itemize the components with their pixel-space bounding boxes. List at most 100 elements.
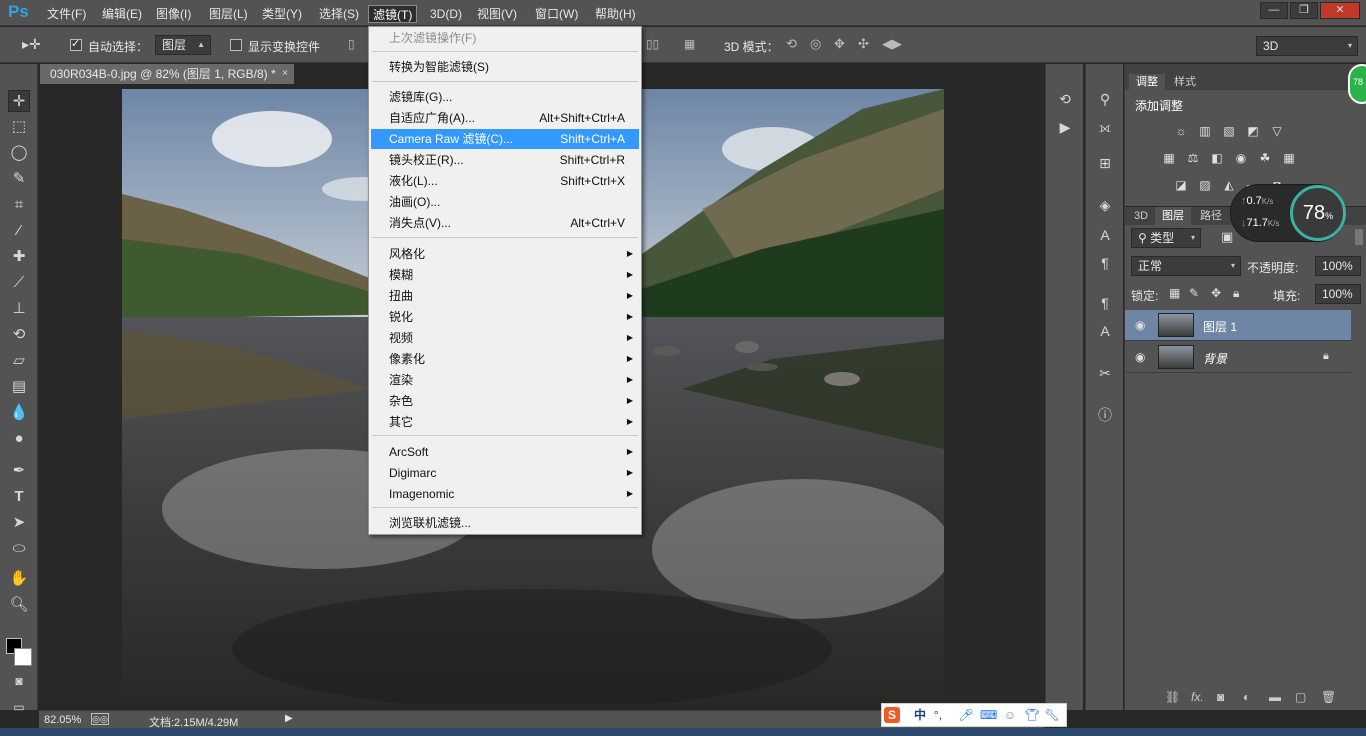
eye-icon[interactable]: ◉ bbox=[1135, 350, 1145, 364]
menu-item-noise[interactable]: 杂色 ▶ bbox=[371, 391, 639, 411]
minimize-button[interactable]: — bbox=[1260, 2, 1288, 19]
microphone-icon[interactable]: 🎤︎ bbox=[958, 707, 974, 723]
menu-item-imagenomic[interactable]: Imagenomic ▶ bbox=[371, 484, 639, 504]
trash-icon[interactable]: 🗑︎ bbox=[1321, 690, 1336, 704]
move-tool-icon[interactable]: ▸✛ bbox=[22, 36, 41, 53]
eyedropper-tool-icon[interactable]: ⁄ bbox=[8, 220, 30, 242]
menu-type[interactable]: 类型(Y) bbox=[258, 5, 306, 23]
crop-tool-icon[interactable]: ⌗ bbox=[8, 194, 30, 216]
punctuation-icon[interactable]: °, bbox=[930, 707, 946, 723]
scale-3d-icon[interactable]: ◀▶ bbox=[882, 36, 902, 52]
brush-settings-icon[interactable]: ⟗ bbox=[1094, 116, 1116, 138]
quick-mask-icon[interactable]: ◙ bbox=[8, 670, 30, 692]
brush-presets-icon[interactable]: ⚲ bbox=[1094, 88, 1116, 110]
menu-3d[interactable]: 3D(D) bbox=[426, 5, 466, 23]
menu-item-camera-raw[interactable]: Camera Raw 滤镜(C)... Shift+Ctrl+A bbox=[371, 129, 639, 149]
fill-input[interactable]: 100% bbox=[1315, 284, 1361, 304]
levels-icon[interactable]: ▥ bbox=[1197, 124, 1213, 138]
color-balance-icon[interactable]: ⚖ bbox=[1185, 151, 1201, 165]
distribute-icon[interactable]: ▯▯ bbox=[646, 37, 659, 51]
menu-view[interactable]: 视图(V) bbox=[473, 5, 521, 23]
roll-3d-icon[interactable]: ◎ bbox=[810, 36, 821, 52]
slide-3d-icon[interactable]: ✣ bbox=[858, 36, 869, 52]
history-icon[interactable]: ⟲ bbox=[1054, 88, 1076, 110]
menu-item-sharpen[interactable]: 锐化 ▶ bbox=[371, 307, 639, 327]
character-icon[interactable]: A bbox=[1094, 224, 1116, 246]
add-mask-icon[interactable]: ◙ bbox=[1217, 690, 1224, 704]
auto-select-dropdown[interactable]: 图层 ▲ bbox=[155, 35, 211, 55]
menu-item-lens-correction[interactable]: 镜头校正(R)... Shift+Ctrl+R bbox=[371, 150, 639, 170]
blur-tool-icon[interactable]: 💧 bbox=[8, 402, 30, 424]
menu-item-pixelate[interactable]: 像素化 ▶ bbox=[371, 349, 639, 369]
proof-icon[interactable]: ◎◎ bbox=[91, 713, 109, 725]
paragraph-styles-icon[interactable]: ¶ bbox=[1094, 292, 1116, 314]
menu-item-vanishing-point[interactable]: 消失点(V)... Alt+Ctrl+V bbox=[371, 213, 639, 233]
close-button[interactable]: ✕ bbox=[1320, 2, 1360, 19]
info-icon[interactable]: ⓘ bbox=[1094, 404, 1116, 426]
ime-language[interactable]: 中 bbox=[912, 707, 928, 723]
exposure-icon[interactable]: ◩ bbox=[1245, 124, 1261, 138]
lasso-tool-icon[interactable]: ◯ bbox=[8, 142, 30, 164]
menu-item-last-filter[interactable]: 上次滤镜操作(F) bbox=[371, 28, 639, 48]
menu-item-arcsoft[interactable]: ArcSoft ▶ bbox=[371, 442, 639, 462]
path-select-tool-icon[interactable]: ➤ bbox=[8, 512, 30, 534]
new-layer-icon[interactable]: ▢ bbox=[1295, 690, 1306, 704]
lock-all-icon[interactable]: 🔒︎ bbox=[1233, 286, 1239, 301]
eraser-tool-icon[interactable]: ▱ bbox=[8, 350, 30, 372]
filter-toggle[interactable] bbox=[1355, 229, 1363, 245]
menu-item-distort[interactable]: 扭曲 ▶ bbox=[371, 286, 639, 306]
gradient-tool-icon[interactable]: ▤ bbox=[8, 376, 30, 398]
lock-transparent-icon[interactable]: ▦ bbox=[1169, 286, 1180, 300]
dodge-tool-icon[interactable]: ● bbox=[8, 428, 30, 450]
stamp-tool-icon[interactable]: ⊥ bbox=[8, 298, 30, 320]
tab-styles[interactable]: 样式 bbox=[1167, 74, 1203, 90]
adjustment-layer-icon[interactable]: ◐ bbox=[1243, 690, 1250, 704]
shape-tool-icon[interactable]: ⬭ bbox=[8, 538, 30, 560]
menu-item-filter-gallery[interactable]: 滤镜库(G)... bbox=[371, 87, 639, 107]
pen-tool-icon[interactable]: ✒ bbox=[8, 460, 30, 482]
channel-mixer-icon[interactable]: ☘ bbox=[1257, 151, 1273, 165]
zoom-tool-icon[interactable]: 🔍︎ bbox=[8, 594, 30, 616]
clone-source-icon[interactable]: ⊞ bbox=[1094, 152, 1116, 174]
show-transform-checkbox[interactable] bbox=[230, 39, 242, 51]
menu-select[interactable]: 选择(S) bbox=[315, 5, 363, 23]
triangle-right-icon[interactable]: ▶ bbox=[285, 713, 293, 724]
actions-play-icon[interactable]: ▶ bbox=[1054, 116, 1076, 138]
hue-sat-icon[interactable]: ▦ bbox=[1161, 151, 1177, 165]
menu-file[interactable]: 文件(F) bbox=[43, 5, 90, 23]
menu-item-video[interactable]: 视频 ▶ bbox=[371, 328, 639, 348]
eye-icon[interactable]: ◉ bbox=[1135, 318, 1145, 332]
menu-item-convert-smart[interactable]: 转换为智能滤镜(S) bbox=[371, 57, 639, 77]
tab-adjustments[interactable]: 调整 bbox=[1129, 74, 1165, 90]
menu-item-other[interactable]: 其它 ▶ bbox=[371, 412, 639, 432]
history-brush-icon[interactable]: ⟲ bbox=[8, 324, 30, 346]
threshold-icon[interactable]: ◭ bbox=[1221, 178, 1237, 192]
new-group-icon[interactable]: ▬ bbox=[1269, 690, 1281, 704]
layer-kind-filter[interactable]: ⚲ 类型 ▾ bbox=[1131, 228, 1201, 248]
rotate-3d-icon[interactable]: ⟲ bbox=[786, 36, 797, 52]
background-color[interactable] bbox=[14, 648, 32, 666]
color-lookup-icon[interactable]: ▦ bbox=[1281, 151, 1297, 165]
blend-mode-dropdown[interactable]: 正常 ▾ bbox=[1131, 256, 1241, 276]
skin-icon[interactable]: 👕︎ bbox=[1024, 707, 1040, 723]
type-tool-icon[interactable]: T bbox=[8, 486, 30, 508]
layer-name[interactable]: 图层 1 bbox=[1203, 318, 1237, 335]
layer-row[interactable]: ◉ 图层 1 bbox=[1125, 310, 1351, 341]
screen-mode-icon[interactable]: ▭ bbox=[8, 696, 30, 718]
menu-item-adaptive-wide-angle[interactable]: 自适应广角(A)... Alt+Shift+Ctrl+A bbox=[371, 108, 639, 128]
memory-usage-gauge[interactable]: 78% bbox=[1290, 185, 1346, 241]
lock-image-icon[interactable]: ✎ bbox=[1189, 286, 1199, 300]
menu-window[interactable]: 窗口(W) bbox=[531, 5, 582, 23]
user-icon[interactable]: ☺ bbox=[1002, 707, 1018, 723]
healing-tool-icon[interactable]: ✚ bbox=[8, 246, 30, 268]
move-tool-icon[interactable]: ✛ bbox=[8, 90, 30, 112]
menu-item-blur[interactable]: 模糊 ▶ bbox=[371, 265, 639, 285]
invert-icon[interactable]: ◪ bbox=[1173, 178, 1189, 192]
tab-3d[interactable]: 3D bbox=[1127, 207, 1156, 225]
quick-select-tool-icon[interactable]: ✎ bbox=[8, 168, 30, 190]
curves-icon[interactable]: ▧ bbox=[1221, 124, 1237, 138]
posterize-icon[interactable]: ▨ bbox=[1197, 178, 1213, 192]
workspace-dropdown[interactable]: 3D ▾ bbox=[1256, 36, 1358, 56]
align-icon[interactable]: ▯ bbox=[348, 37, 355, 51]
menu-item-liquify[interactable]: 液化(L)... Shift+Ctrl+X bbox=[371, 171, 639, 191]
